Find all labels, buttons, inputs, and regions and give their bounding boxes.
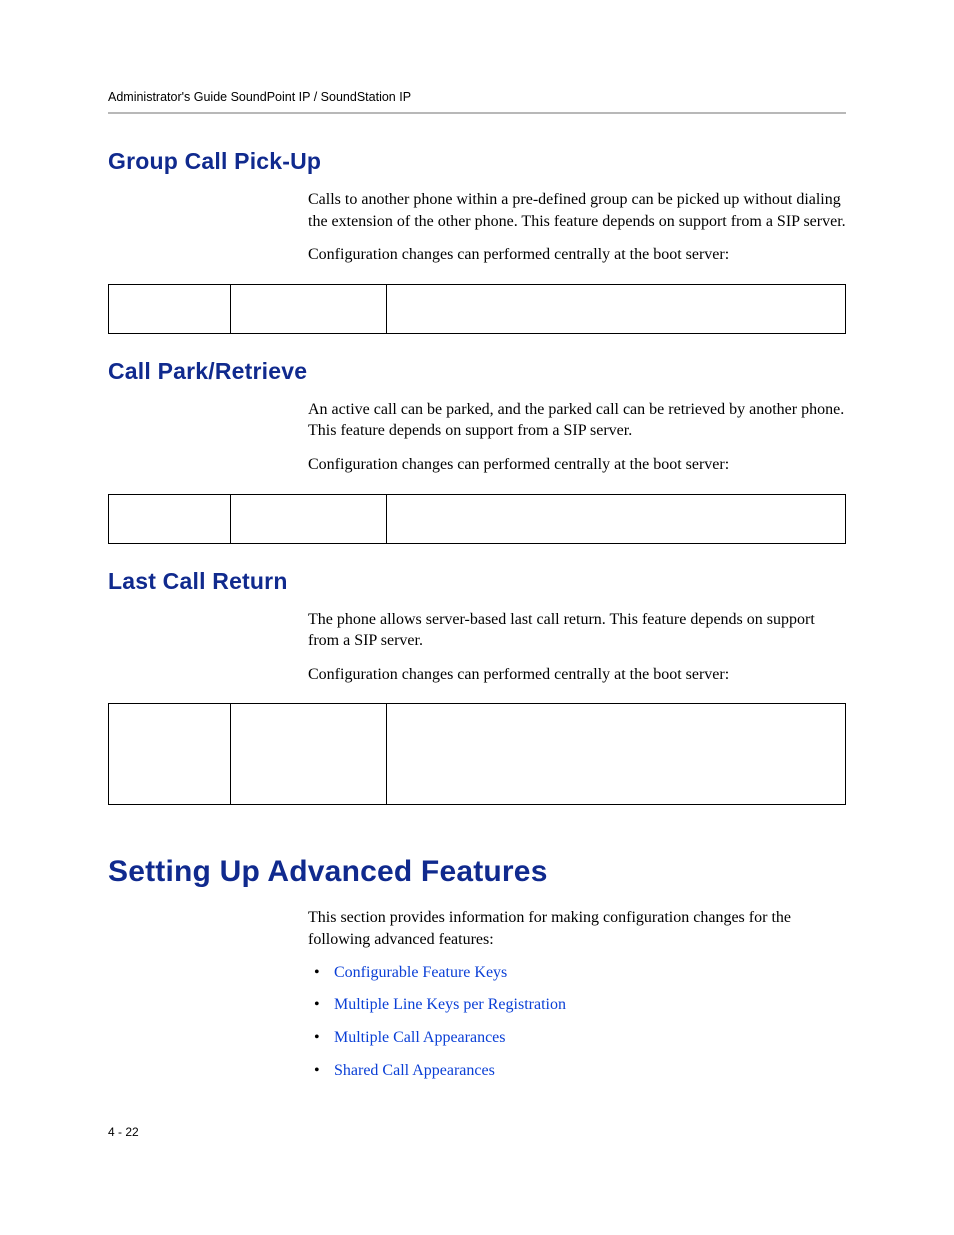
body-call-park-retrieve: An active call can be parked, and the pa…: [308, 399, 846, 476]
heading-call-park-retrieve: Call Park/Retrieve: [108, 358, 846, 385]
heading-setting-up-advanced-features: Setting Up Advanced Features: [108, 855, 846, 889]
document-page: Administrator's Guide SoundPoint IP / So…: [0, 0, 954, 1235]
paragraph: Configuration changes can performed cent…: [308, 454, 846, 476]
table-cell: [231, 704, 387, 805]
table-cell: [387, 494, 846, 543]
table-cell: [387, 284, 846, 333]
running-header: Administrator's Guide SoundPoint IP / So…: [108, 90, 846, 114]
table-cell: [231, 284, 387, 333]
link-multiple-line-keys-per-registration[interactable]: Multiple Line Keys per Registration: [334, 996, 566, 1013]
config-table-group-call-pickup: [108, 284, 846, 334]
config-table-call-park-retrieve: [108, 494, 846, 544]
paragraph: Calls to another phone within a pre-defi…: [308, 189, 846, 232]
link-shared-call-appearances[interactable]: Shared Call Appearances: [334, 1062, 495, 1079]
table-row: [109, 704, 846, 805]
config-table-last-call-return: [108, 703, 846, 805]
paragraph: This section provides information for ma…: [308, 907, 846, 950]
paragraph: The phone allows server-based last call …: [308, 609, 846, 652]
table-row: [109, 284, 846, 333]
paragraph: An active call can be parked, and the pa…: [308, 399, 846, 442]
list-item: Multiple Call Appearances: [308, 1028, 846, 1049]
table-cell: [109, 284, 231, 333]
list-item: Configurable Feature Keys: [308, 963, 846, 984]
link-configurable-feature-keys[interactable]: Configurable Feature Keys: [334, 964, 507, 981]
body-last-call-return: The phone allows server-based last call …: [308, 609, 846, 686]
advanced-features-link-list: Configurable Feature Keys Multiple Line …: [308, 963, 846, 1082]
page-number: 4 - 22: [108, 1125, 139, 1139]
table-cell: [109, 704, 231, 805]
list-item: Shared Call Appearances: [308, 1061, 846, 1082]
body-group-call-pickup: Calls to another phone within a pre-defi…: [308, 189, 846, 266]
table-cell: [109, 494, 231, 543]
paragraph: Configuration changes can performed cent…: [308, 664, 846, 686]
table-cell: [387, 704, 846, 805]
list-item: Multiple Line Keys per Registration: [308, 995, 846, 1016]
link-multiple-call-appearances[interactable]: Multiple Call Appearances: [334, 1029, 506, 1046]
body-setting-up-advanced: This section provides information for ma…: [308, 907, 846, 1081]
table-row: [109, 494, 846, 543]
table-cell: [231, 494, 387, 543]
heading-last-call-return: Last Call Return: [108, 568, 846, 595]
heading-group-call-pickup: Group Call Pick-Up: [108, 148, 846, 175]
paragraph: Configuration changes can performed cent…: [308, 244, 846, 266]
